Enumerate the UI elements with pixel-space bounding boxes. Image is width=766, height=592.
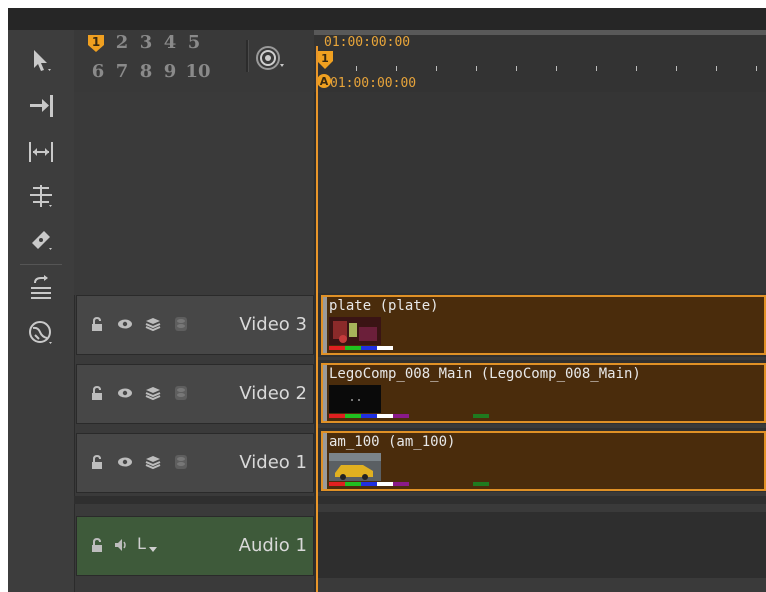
selector-divider — [246, 40, 249, 72]
track-number-8[interactable]: 8 — [136, 62, 156, 82]
track-number-4[interactable]: 4 — [160, 33, 180, 53]
ruler-tick — [676, 66, 677, 71]
clip-plate[interactable]: plate (plate) — [321, 295, 766, 355]
clip-name: plate (plate) — [329, 298, 439, 314]
ruler-tick — [516, 66, 517, 71]
track-number-5[interactable]: 5 — [184, 33, 204, 53]
channel-selector[interactable]: L — [137, 534, 146, 553]
track-name: Video 2 — [239, 383, 307, 404]
track-name: Video 1 — [239, 452, 307, 473]
clip-name: am_100 (am_100) — [329, 434, 456, 450]
eye-icon[interactable] — [117, 385, 133, 401]
track-number-10[interactable]: 10 — [184, 62, 212, 82]
ruler-tick — [476, 66, 477, 71]
time-ruler[interactable]: 01:00:00:00 01:00:00:00 1 A — [314, 30, 766, 93]
razor-tool-icon — [32, 231, 52, 250]
target-button[interactable] — [252, 44, 292, 74]
track-number-1[interactable]: 1 — [86, 33, 106, 53]
in-point-marker-icon[interactable]: 1 — [316, 50, 334, 70]
track-header-audio-1[interactable]: L Audio 1 — [76, 516, 314, 576]
track-number-9[interactable]: 9 — [160, 62, 180, 82]
color-bars — [329, 414, 409, 418]
clip-thumbnail — [329, 453, 381, 481]
roll-trim-icon — [30, 185, 52, 207]
color-bars — [329, 346, 393, 350]
layers-icon[interactable] — [145, 316, 161, 332]
video-audio-divider[interactable] — [74, 496, 766, 504]
slip-fit-button[interactable] — [18, 134, 64, 168]
track-header-video-3[interactable]: Video 3 — [76, 295, 314, 355]
ruler-timecode-top: 01:00:00:00 — [324, 35, 411, 50]
svg-text:1: 1 — [321, 52, 329, 65]
track-header-video-1[interactable]: Video 1 — [76, 433, 314, 493]
track-header-video-2[interactable]: Video 2 — [76, 364, 314, 424]
timeline-empty-area — [318, 92, 766, 295]
color-bars — [329, 482, 409, 486]
track-number-7[interactable]: 7 — [112, 62, 132, 82]
track-number-3[interactable]: 3 — [136, 33, 156, 53]
snap-globe-icon — [29, 321, 52, 344]
clip-handle[interactable] — [323, 433, 327, 489]
track-lane-audio-1[interactable] — [318, 512, 766, 578]
timeline-editor-window: 1 2 3 4 5 6 7 8 9 10 01:00:00:00 01:00:0… — [0, 0, 766, 592]
track-number-2[interactable]: 2 — [112, 33, 132, 53]
track-name: Video 3 — [239, 314, 307, 335]
disk-cache-icon[interactable] — [173, 316, 189, 332]
razor-tool-button[interactable] — [18, 222, 64, 256]
ruler-tick — [636, 66, 637, 71]
selected-marker-icon: 1 — [88, 35, 104, 52]
clip-legocomp-008-main[interactable]: LegoComp_008_Main (LegoComp_008_Main) — [321, 363, 766, 423]
eye-icon[interactable] — [117, 316, 133, 332]
lock-icon[interactable] — [89, 537, 105, 553]
track-header-empty-area — [74, 92, 314, 295]
ruler-tick — [436, 66, 437, 71]
slide-tool-button[interactable] — [18, 270, 64, 304]
speaker-icon[interactable] — [113, 537, 129, 553]
ruler-tick — [716, 66, 717, 71]
roll-trim-button[interactable] — [18, 178, 64, 212]
svg-text:1: 1 — [92, 35, 100, 49]
track-select-forward-button[interactable] — [18, 88, 64, 122]
playhead[interactable] — [316, 46, 318, 592]
ruler-tick — [556, 66, 557, 71]
cache-marker — [473, 482, 489, 486]
timeline-panel: 1 2 3 4 5 6 7 8 9 10 01:00:00:00 01:00:0… — [8, 30, 766, 592]
title-strip — [8, 8, 766, 30]
clip-handle[interactable] — [323, 365, 327, 421]
slip-fit-icon — [29, 142, 53, 162]
tool-column — [8, 30, 75, 592]
clip-am-100[interactable]: am_100 (am_100) — [321, 431, 766, 491]
target-icon — [256, 46, 284, 70]
clip-handle[interactable] — [323, 297, 327, 353]
layers-icon[interactable] — [145, 454, 161, 470]
cache-marker — [473, 414, 489, 418]
marker-a-icon[interactable]: A — [316, 72, 332, 90]
track-select-forward-icon — [30, 95, 53, 117]
clip-thumbnail — [329, 317, 381, 345]
lock-icon[interactable] — [89, 385, 105, 401]
clip-thumbnail — [329, 385, 381, 413]
svg-text:A: A — [320, 75, 329, 88]
chevron-down-icon[interactable] — [149, 547, 157, 553]
disk-cache-icon[interactable] — [173, 454, 189, 470]
disk-cache-icon[interactable] — [173, 385, 189, 401]
eye-icon[interactable] — [117, 454, 133, 470]
snap-globe-button[interactable] — [18, 316, 64, 350]
ruler-tick — [596, 66, 597, 71]
track-number-6[interactable]: 6 — [88, 62, 108, 82]
lock-icon[interactable] — [89, 454, 105, 470]
select-tool-button[interactable] — [18, 44, 64, 78]
marker-a-timecode: 01:00:00:00 — [330, 76, 417, 91]
track-number-selector: 1 2 3 4 5 6 7 8 9 10 — [74, 30, 314, 92]
track-name: Audio 1 — [238, 535, 307, 556]
clip-name: LegoComp_008_Main (LegoComp_008_Main) — [329, 366, 641, 382]
layers-icon[interactable] — [145, 385, 161, 401]
select-tool-icon — [34, 50, 51, 71]
slide-tool-icon — [31, 275, 51, 299]
ruler-tick — [356, 66, 357, 71]
lock-icon[interactable] — [89, 316, 105, 332]
ruler-tick — [756, 66, 757, 71]
ruler-tick — [396, 66, 397, 71]
tool-divider — [20, 264, 62, 265]
